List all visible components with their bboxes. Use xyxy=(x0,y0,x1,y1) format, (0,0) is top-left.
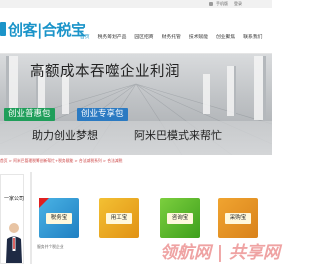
phone-icon xyxy=(209,2,213,6)
startup-premium-package-button[interactable]: 创业专享包 xyxy=(77,108,128,121)
logo[interactable]: 创客|合税宝 xyxy=(0,18,86,40)
tile-label: 用工宝 xyxy=(106,213,132,224)
employment-treasure-tile[interactable]: 用工宝 xyxy=(99,198,139,238)
company-card[interactable]: 一家公司 xyxy=(0,174,24,264)
ribbon-icon xyxy=(39,198,49,208)
breadcrumb-text[interactable]: 首页 > 阿米巴管理税筹创新帮忙+税务赋能 > 合法减税系列 > 合法减税 xyxy=(0,158,122,164)
nav-item-tech[interactable]: 技术赋能 xyxy=(185,32,212,44)
company-card-title: 一家公司 xyxy=(4,196,25,202)
service-caption: 服务并个税企业 xyxy=(37,244,64,249)
mobile-link[interactable]: 手机版 xyxy=(216,1,228,7)
banner-slogan-2: 阿米巴模式来帮忙 xyxy=(134,129,222,142)
startup-basic-package-button[interactable]: 创业普惠包 xyxy=(4,108,55,121)
top-bar: 手机版 登录 xyxy=(0,0,272,8)
content-divider xyxy=(30,172,32,264)
nav-item-contact[interactable]: 联系我们 xyxy=(239,32,266,44)
tile-label: 咨询宝 xyxy=(167,213,193,224)
tile-label: 采购宝 xyxy=(225,213,251,224)
banner-slogan-1: 助力创业梦想 xyxy=(32,129,98,142)
nav-item-startup-focus[interactable]: 创业聚焦 xyxy=(212,32,239,44)
site-header: 创客|合税宝 xyxy=(0,8,272,54)
consulting-treasure-tile[interactable]: 咨询宝 xyxy=(160,198,200,238)
site-watermark: 领航网 | 共享网 xyxy=(160,243,281,263)
banner-headline: 高额成本吞噬企业利润 xyxy=(30,64,180,80)
logo-mark-icon xyxy=(0,22,6,36)
logo-text: 创客|合税宝 xyxy=(8,20,86,39)
procurement-treasure-tile[interactable]: 采购宝 xyxy=(218,198,258,238)
breadcrumb: 首页 > 阿米巴管理税筹创新帮忙+税务赋能 > 合法减税系列 > 合法减税 xyxy=(0,157,272,167)
nav-item-tax-products[interactable]: 税务筹划产品 xyxy=(94,32,131,44)
business-person-icon xyxy=(6,223,22,263)
login-link[interactable]: 登录 xyxy=(234,1,242,7)
tax-treasure-tile[interactable]: 税务宝 xyxy=(39,198,79,238)
nav-item-home[interactable]: 首页 xyxy=(76,32,94,44)
tile-label: 税务宝 xyxy=(46,213,72,224)
main-nav: 首页 税务筹划产品 园区招商 财务托管 技术赋能 创业聚焦 联系我们 xyxy=(76,32,266,44)
nav-item-finance-hosting[interactable]: 财务托管 xyxy=(158,32,185,44)
nav-item-park-investment[interactable]: 园区招商 xyxy=(130,32,157,44)
